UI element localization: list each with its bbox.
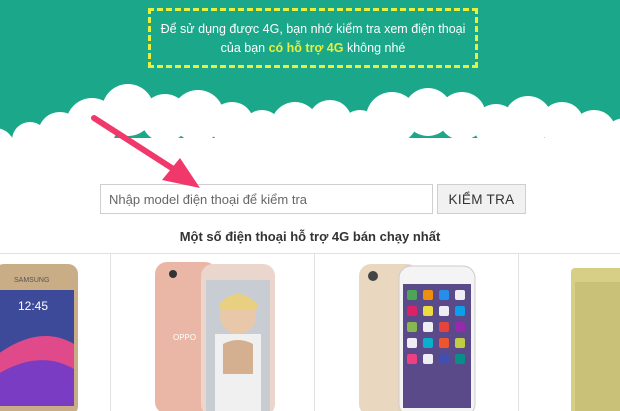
notice-line-1: Để sử dụng được 4G, bạn nhớ kiểm tra xem… bbox=[160, 22, 466, 36]
notice-highlight: có hỗ trợ 4G bbox=[268, 41, 344, 55]
brand-label: SAMSUNG bbox=[14, 277, 49, 284]
samsung-phone-image: SAMSUNG 12:45 bbox=[0, 264, 78, 411]
notice-line-2: của bạn có hỗ trợ 4G không nhé bbox=[151, 39, 475, 58]
section-title: Một số điện thoại hỗ trợ 4G bán chạy nhấ… bbox=[179, 229, 441, 244]
check-button[interactable]: KIỂM TRA bbox=[437, 184, 526, 214]
iphone-phone-image bbox=[359, 264, 476, 411]
phone-model-search-input[interactable] bbox=[100, 184, 433, 214]
oppo-phone-image: OPPO bbox=[155, 262, 275, 411]
screen-clock: 12:45 bbox=[18, 299, 48, 313]
notice-prefix: của bạn bbox=[220, 41, 269, 55]
notice-suffix: không nhé bbox=[343, 41, 406, 55]
phone-card-oppo[interactable]: OPPO bbox=[111, 254, 314, 411]
phone-card-iphone[interactable] bbox=[315, 254, 518, 411]
phone-card-samsung[interactable]: SAMSUNG 12:45 bbox=[0, 254, 110, 411]
sony-phone-image bbox=[571, 268, 620, 411]
brand-label: OPPO bbox=[173, 333, 196, 342]
4g-notice-box: Để sử dụng được 4G, bạn nhớ kiểm tra xem… bbox=[148, 8, 478, 68]
phone-card-sony[interactable] bbox=[519, 254, 620, 411]
